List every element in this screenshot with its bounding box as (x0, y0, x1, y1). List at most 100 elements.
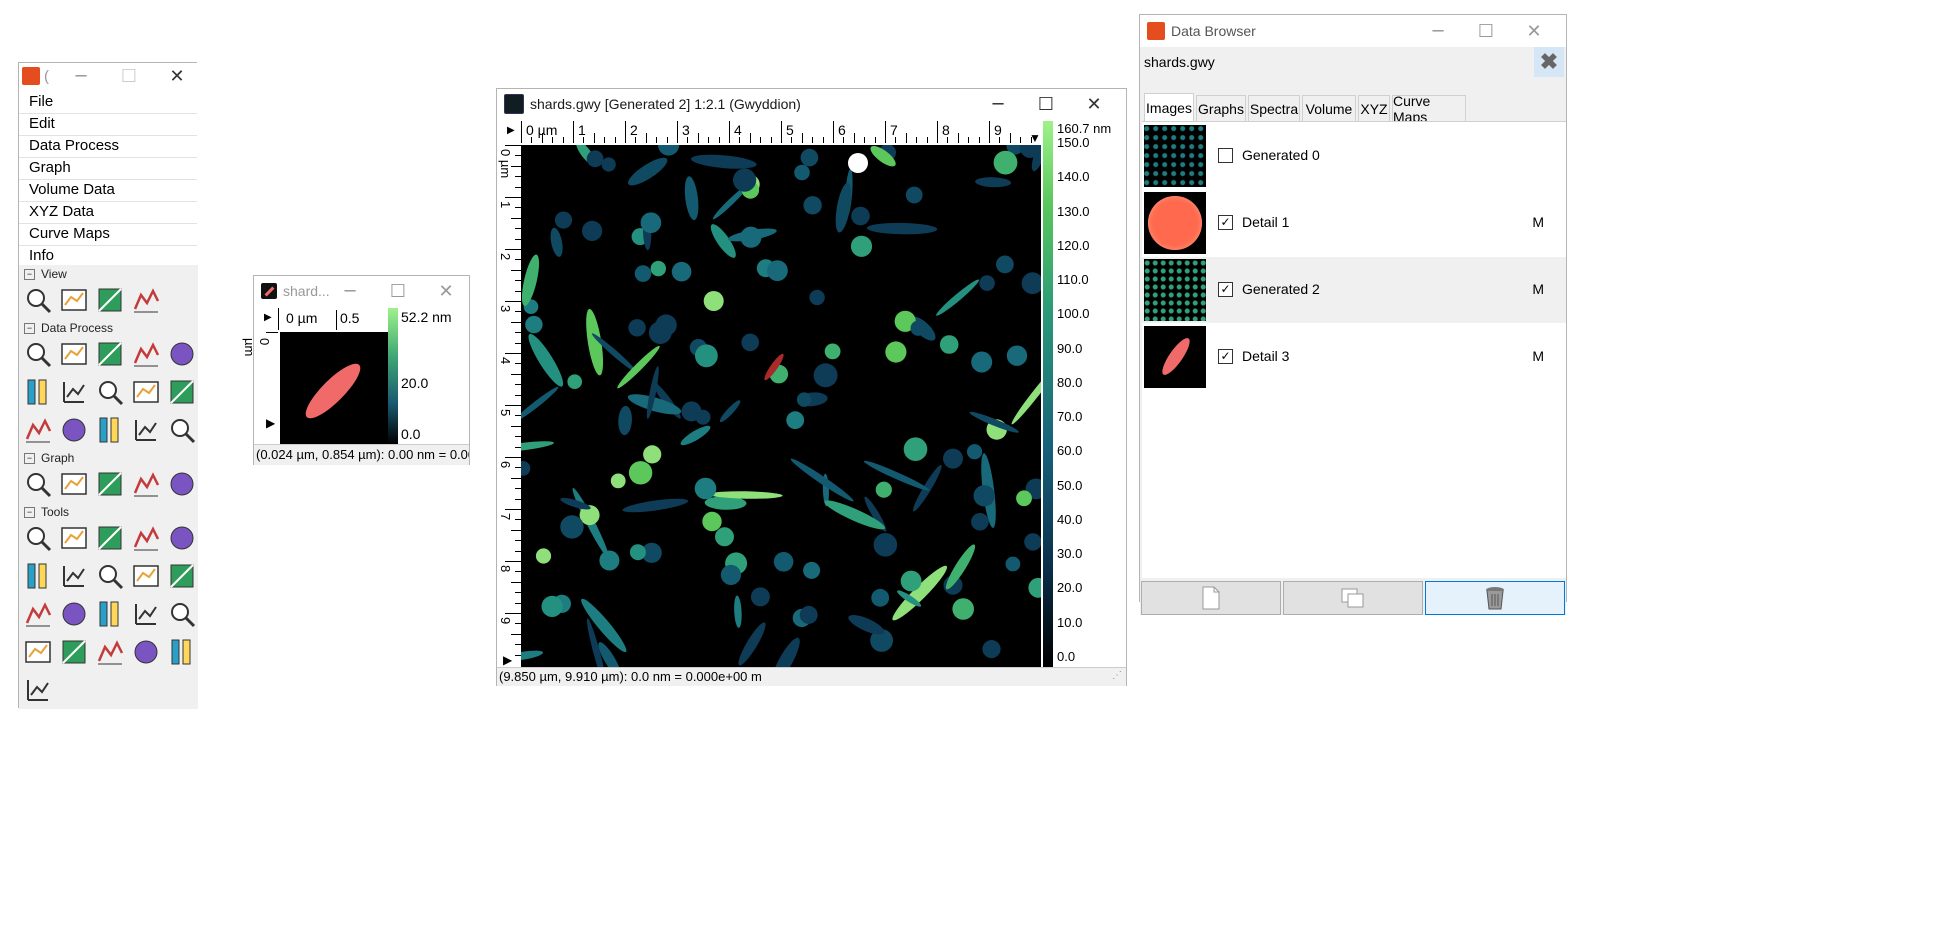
scale-icon[interactable] (93, 337, 127, 371)
minimize-button[interactable]: ─ (1414, 15, 1462, 47)
close-file-button[interactable]: ✖ (1534, 47, 1564, 77)
roughness-icon[interactable] (165, 559, 199, 593)
sphere-icon[interactable] (93, 413, 127, 447)
visibility-checkbox[interactable]: ✓ (1218, 282, 1233, 297)
spectro-icon[interactable] (165, 521, 199, 555)
close-button[interactable]: ✕ (1510, 15, 1558, 47)
shade-icon[interactable] (129, 413, 163, 447)
tab-spectra[interactable]: Spectra (1248, 95, 1300, 121)
ruler-corner-arrow[interactable]: ▶ (264, 312, 272, 323)
visibility-checkbox[interactable] (1218, 148, 1233, 163)
path-level-icon[interactable] (93, 597, 127, 631)
section-data-process[interactable]: − Data Process (24, 321, 113, 335)
ruler-corner-arrow[interactable]: ▶ (507, 125, 515, 136)
tab-curve-maps[interactable]: Curve Maps (1392, 93, 1466, 125)
minimize-button[interactable]: ─ (57, 63, 105, 89)
data-row[interactable]: ✓ Detail 3 M (1142, 324, 1566, 390)
minimize-button[interactable]: ─ (974, 89, 1022, 119)
line-profile-icon[interactable] (21, 673, 55, 707)
crop-icon[interactable] (57, 337, 91, 371)
triangle-icon[interactable] (57, 597, 91, 631)
section-tools[interactable]: − Tools (24, 505, 69, 519)
close-button[interactable]: ✕ (153, 63, 201, 89)
menu-data-process[interactable]: Data Process (29, 137, 119, 154)
eraser-icon[interactable] (165, 597, 199, 631)
facet-icon[interactable] (21, 375, 55, 409)
stats-icon[interactable] (21, 559, 55, 593)
level-icon[interactable] (21, 337, 55, 371)
resize-grip-icon[interactable]: ⋰ (1112, 670, 1122, 681)
minimize-button[interactable]: ─ (326, 276, 374, 306)
histogram-icon[interactable] (57, 413, 91, 447)
stripes-icon[interactable] (57, 375, 91, 409)
detail-image[interactable] (280, 332, 392, 444)
menu-info[interactable]: Info (29, 247, 54, 264)
close-button[interactable]: ✕ (422, 276, 470, 306)
data-row[interactable]: ✓ Detail 1 M (1142, 190, 1566, 256)
spot-remove-icon[interactable] (21, 635, 55, 669)
graph-filter-icon[interactable] (129, 467, 163, 501)
extend-icon[interactable] (129, 559, 163, 593)
crosshair-icon[interactable] (93, 521, 127, 555)
filter-icon[interactable] (21, 597, 55, 631)
visibility-checkbox[interactable]: ✓ (1218, 215, 1233, 230)
data-row[interactable]: Generated 0 (1142, 123, 1566, 189)
color-scale (388, 308, 398, 444)
new-button[interactable] (1141, 581, 1281, 615)
height-icon[interactable] (129, 635, 163, 669)
duplicate-button[interactable] (1283, 581, 1423, 615)
graph-overlay-icon[interactable] (93, 467, 127, 501)
remove-mask-icon[interactable] (165, 413, 199, 447)
toolbox-titlebar[interactable]: ( ─ ☐ ✕ (19, 63, 197, 89)
crop-tool-icon[interactable] (129, 597, 163, 631)
grain-shape (971, 513, 989, 531)
distance-icon[interactable] (57, 521, 91, 555)
grains-icon[interactable] (129, 375, 163, 409)
mask-remove-icon[interactable] (93, 635, 127, 669)
detail-titlebar[interactable]: shard... ─ ☐ ✕ (254, 276, 469, 306)
profile-icon[interactable] (129, 521, 163, 555)
section-graph[interactable]: − Graph (24, 451, 74, 465)
mask-icon[interactable] (21, 413, 55, 447)
data-row[interactable]: ✓ Generated 2 M (1142, 257, 1566, 323)
tab-xyz[interactable]: XYZ (1358, 95, 1390, 121)
graph-fit-icon[interactable] (21, 467, 55, 501)
align-rows-icon[interactable] (93, 375, 127, 409)
close-button[interactable]: ✕ (1070, 89, 1118, 119)
menu-volume-data[interactable]: Volume Data (29, 181, 115, 198)
maximize-button[interactable]: ☐ (1022, 89, 1070, 119)
maximize-button[interactable]: ☐ (105, 63, 153, 89)
export-icon[interactable] (165, 635, 199, 669)
duplicate-icon[interactable] (129, 337, 163, 371)
visibility-checkbox[interactable]: ✓ (1218, 349, 1233, 364)
menu-graph[interactable]: Graph (29, 159, 71, 176)
pointer-icon[interactable] (21, 521, 55, 555)
menu-edit[interactable]: Edit (29, 115, 55, 132)
zoom-1-1-icon[interactable] (57, 283, 91, 317)
delete-button[interactable] (1425, 581, 1565, 615)
section-view[interactable]: − View (24, 267, 67, 281)
zoom-in-icon[interactable] (21, 283, 55, 317)
zoom-out-icon[interactable] (93, 283, 127, 317)
gradient-icon[interactable] (165, 337, 199, 371)
maximize-button[interactable]: ☐ (1462, 15, 1510, 47)
menu-curve-maps[interactable]: Curve Maps (29, 225, 110, 242)
maximize-button[interactable]: ☐ (374, 276, 422, 306)
color-scale (1043, 121, 1053, 667)
tab-volume[interactable]: Volume (1302, 95, 1356, 121)
menu-file[interactable]: File (29, 93, 53, 110)
menu-xyz-data[interactable]: XYZ Data (29, 203, 94, 220)
watershed-icon[interactable] (165, 375, 199, 409)
data-browser-titlebar[interactable]: Data Browser ─ ☐ ✕ (1140, 15, 1566, 47)
graph-curve-icon[interactable] (57, 467, 91, 501)
level-points-icon[interactable] (57, 559, 91, 593)
tab-graphs[interactable]: Graphs (1196, 95, 1246, 121)
main-data-image[interactable] (521, 145, 1041, 667)
curve-icon[interactable] (93, 559, 127, 593)
graph-export-icon[interactable] (165, 467, 199, 501)
main-titlebar[interactable]: shards.gwy [Generated 2] 1:2.1 (Gwyddion… (497, 89, 1126, 119)
spot-remove-icon (25, 641, 51, 663)
3d-view-icon[interactable] (129, 283, 163, 317)
mask-editor-icon[interactable] (57, 635, 91, 669)
tab-images[interactable]: Images (1144, 93, 1194, 121)
